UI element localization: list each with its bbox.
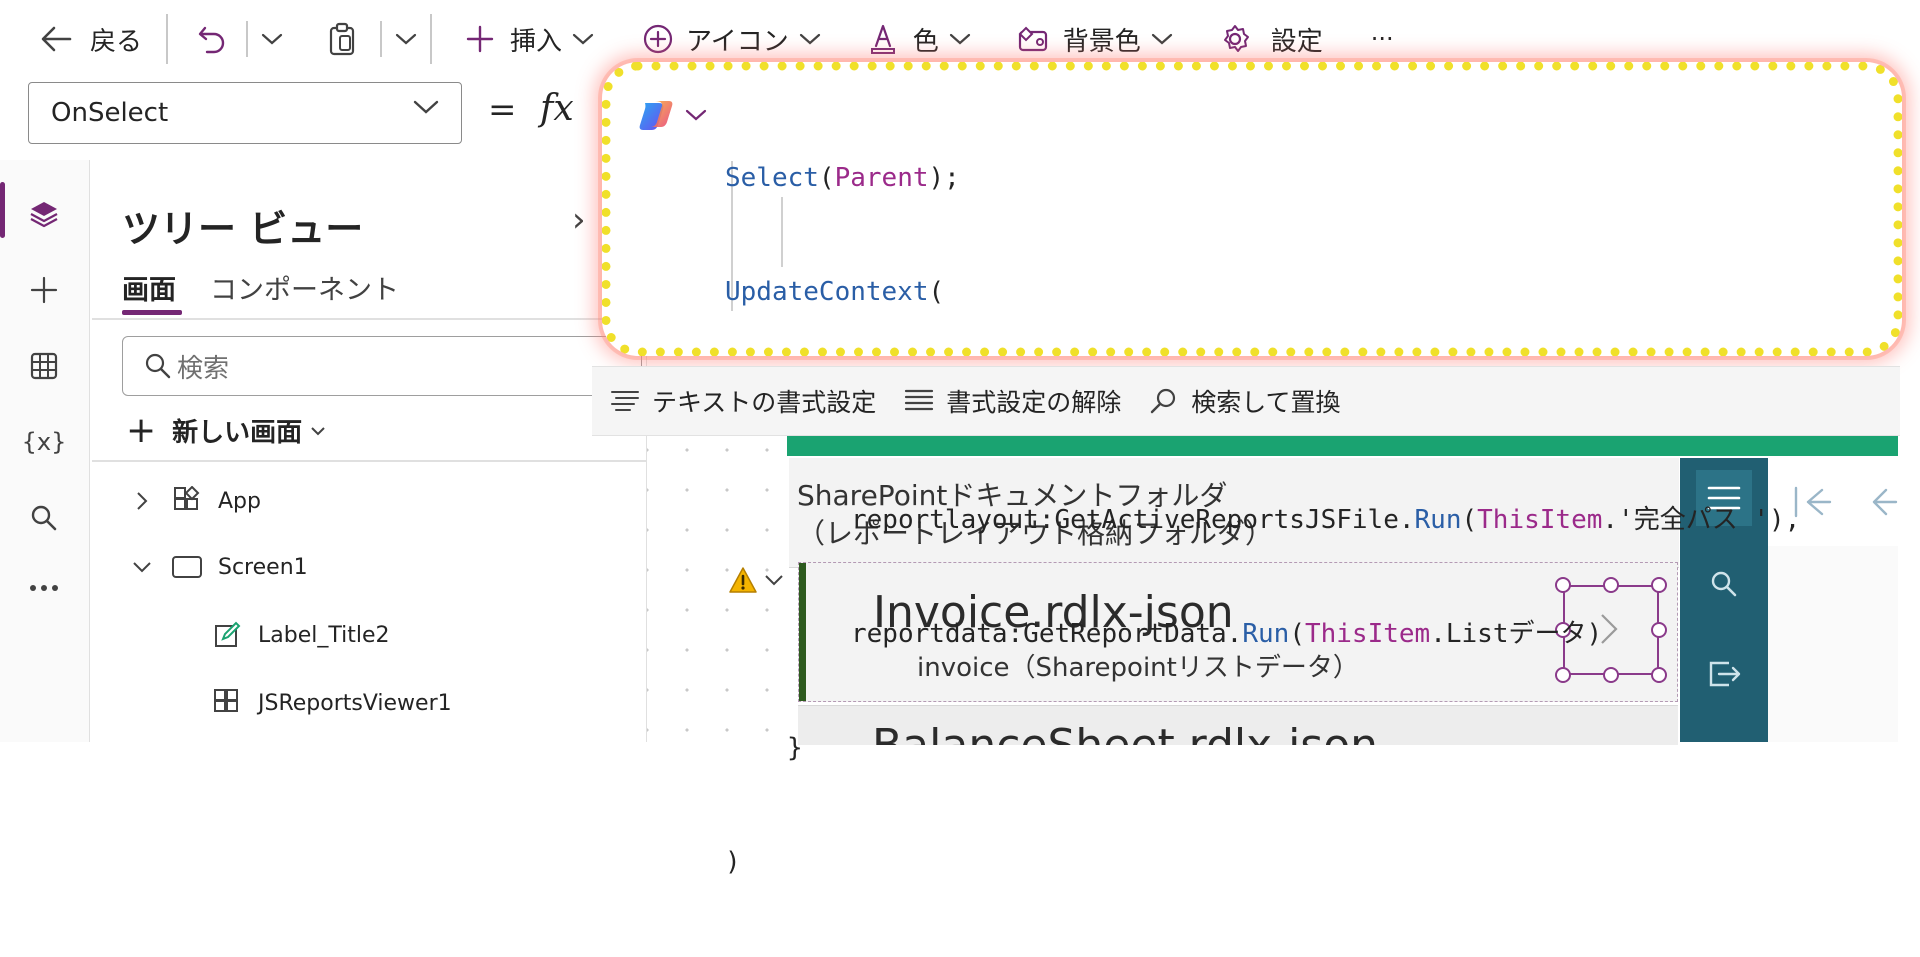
- undo-icon: [192, 19, 232, 59]
- divider: [246, 21, 249, 57]
- code-line: Select(Parent);: [725, 163, 960, 193]
- find-replace-button[interactable]: 検索して置換: [1149, 383, 1341, 419]
- code-line: reportlayout:GetActiveReportsJSFile.Run(…: [851, 505, 1801, 535]
- screen-icon: [170, 550, 204, 584]
- more-rail-button[interactable]: [20, 564, 68, 612]
- equals-sign: =: [488, 90, 517, 130]
- plus-icon: +: [126, 410, 157, 451]
- tab-components[interactable]: コンポーネント: [210, 268, 399, 307]
- formula-format-bar: テキストの書式設定 書式設定の解除 検索して置換: [592, 366, 1900, 436]
- code-line: UpdateContext(: [725, 277, 945, 307]
- edit-label-icon: [210, 618, 244, 652]
- tree-search-input[interactable]: 検索: [122, 336, 642, 396]
- more-icon: [30, 585, 58, 591]
- chevron-right-icon[interactable]: [128, 491, 156, 511]
- chevron-down-icon: [572, 33, 594, 45]
- arrow-left-icon: [36, 19, 76, 59]
- format-text-icon: [611, 391, 639, 411]
- formula-editor-popup: Select(Parent); UpdateContext( { reportl…: [592, 52, 1910, 877]
- panel-title: ツリー ビュー: [122, 207, 364, 251]
- tree-node-label: Screen1: [218, 554, 308, 580]
- variables-icon: {x}: [21, 428, 67, 456]
- insert-rail-button[interactable]: [20, 266, 68, 314]
- layers-icon: [30, 202, 58, 228]
- code-line: ): [725, 847, 741, 877]
- tree-node-label: JSReportsViewer1: [258, 690, 452, 716]
- fx-icon: fx: [540, 88, 574, 129]
- paste-button[interactable]: [322, 0, 362, 78]
- code-line: reportdata:GetReportData.Run(ThisItem.Li…: [851, 619, 1603, 649]
- component-icon: [210, 686, 244, 720]
- remove-format-icon: [905, 389, 934, 411]
- remove-format-label: 書式設定の解除: [946, 388, 1122, 417]
- divider: [166, 14, 169, 64]
- search-icon: [31, 505, 57, 531]
- variables-rail-button[interactable]: {x}: [20, 418, 68, 466]
- tree-view-rail-button[interactable]: [20, 190, 68, 238]
- chevron-right-icon: ›: [572, 200, 586, 240]
- previous-page-icon[interactable]: [1868, 486, 1898, 518]
- divider: [380, 21, 383, 57]
- code-line: }: [787, 733, 803, 763]
- tab-screens[interactable]: 画面: [122, 268, 176, 307]
- chevron-down-icon: [799, 33, 820, 45]
- format-text-label: テキストの書式設定: [652, 388, 877, 417]
- app-icon: [170, 484, 204, 518]
- tree-node-label: App: [218, 488, 261, 514]
- undo-menu-button[interactable]: [258, 25, 286, 53]
- collapse-panel-button[interactable]: ›: [572, 200, 586, 240]
- active-indicator: [0, 182, 5, 238]
- insert-label: 挿入: [510, 26, 563, 57]
- remove-format-button[interactable]: 書式設定の解除: [904, 383, 1121, 419]
- back-button[interactable]: 戻る: [36, 0, 142, 78]
- tree-node-label-title2[interactable]: Label_Title2: [210, 618, 390, 652]
- tree-node-screen1[interactable]: Screen1: [128, 550, 308, 584]
- plus-icon: [30, 276, 58, 304]
- back-label: 戻る: [90, 26, 143, 57]
- property-dropdown[interactable]: OnSelect: [28, 82, 462, 144]
- plus-icon: [460, 19, 500, 59]
- search-placeholder: 検索: [177, 353, 230, 384]
- tree-view-panel: ツリー ビュー › 画面 コンポーネント 検索 + 新しい画面 App Scre…: [92, 160, 647, 742]
- table-icon: [30, 352, 58, 380]
- formula-editor[interactable]: Select(Parent); UpdateContext( { reportl…: [602, 62, 1902, 877]
- chevron-down-icon: [395, 33, 417, 45]
- find-replace-label: 検索して置換: [1191, 388, 1341, 417]
- insert-button[interactable]: 挿入: [460, 0, 594, 78]
- chevron-down-icon: [261, 33, 283, 45]
- tree-node-label: Label_Title2: [258, 622, 390, 648]
- divider: [92, 318, 647, 320]
- chevron-down-icon: [413, 100, 439, 114]
- divider: [92, 460, 647, 462]
- chevron-down-icon: [1151, 33, 1172, 45]
- data-rail-button[interactable]: [20, 342, 68, 390]
- search-icon: [145, 353, 171, 379]
- new-screen-label: 新しい画面: [172, 418, 303, 448]
- format-text-button[interactable]: テキストの書式設定: [610, 383, 876, 419]
- new-screen-button[interactable]: + 新しい画面: [126, 410, 326, 451]
- tab-underline: [122, 310, 182, 315]
- chevron-down-icon[interactable]: [128, 561, 156, 573]
- copilot-icon: [639, 101, 673, 130]
- more-icon: ···: [1370, 25, 1394, 53]
- paste-menu-button[interactable]: [392, 25, 420, 53]
- search-rail-button[interactable]: [20, 494, 68, 542]
- divider: [430, 14, 433, 64]
- tree-node-app[interactable]: App: [128, 484, 261, 518]
- chevron-down-icon: [949, 33, 970, 45]
- property-value: OnSelect: [51, 98, 169, 128]
- tree-node-jsreportsviewer1[interactable]: JSReportsViewer1: [210, 686, 452, 720]
- formula-bar: OnSelect = fx: [0, 78, 600, 160]
- clipboard-icon: [322, 19, 362, 59]
- formula-code[interactable]: Select(Parent); UpdateContext( { reportl…: [725, 83, 1800, 957]
- left-rail: {x}: [0, 160, 90, 742]
- chevron-down-icon: [685, 109, 707, 121]
- undo-button[interactable]: [192, 0, 232, 78]
- search-icon: [1151, 388, 1176, 414]
- chevron-down-icon: [311, 426, 325, 435]
- copilot-button[interactable]: [637, 95, 707, 135]
